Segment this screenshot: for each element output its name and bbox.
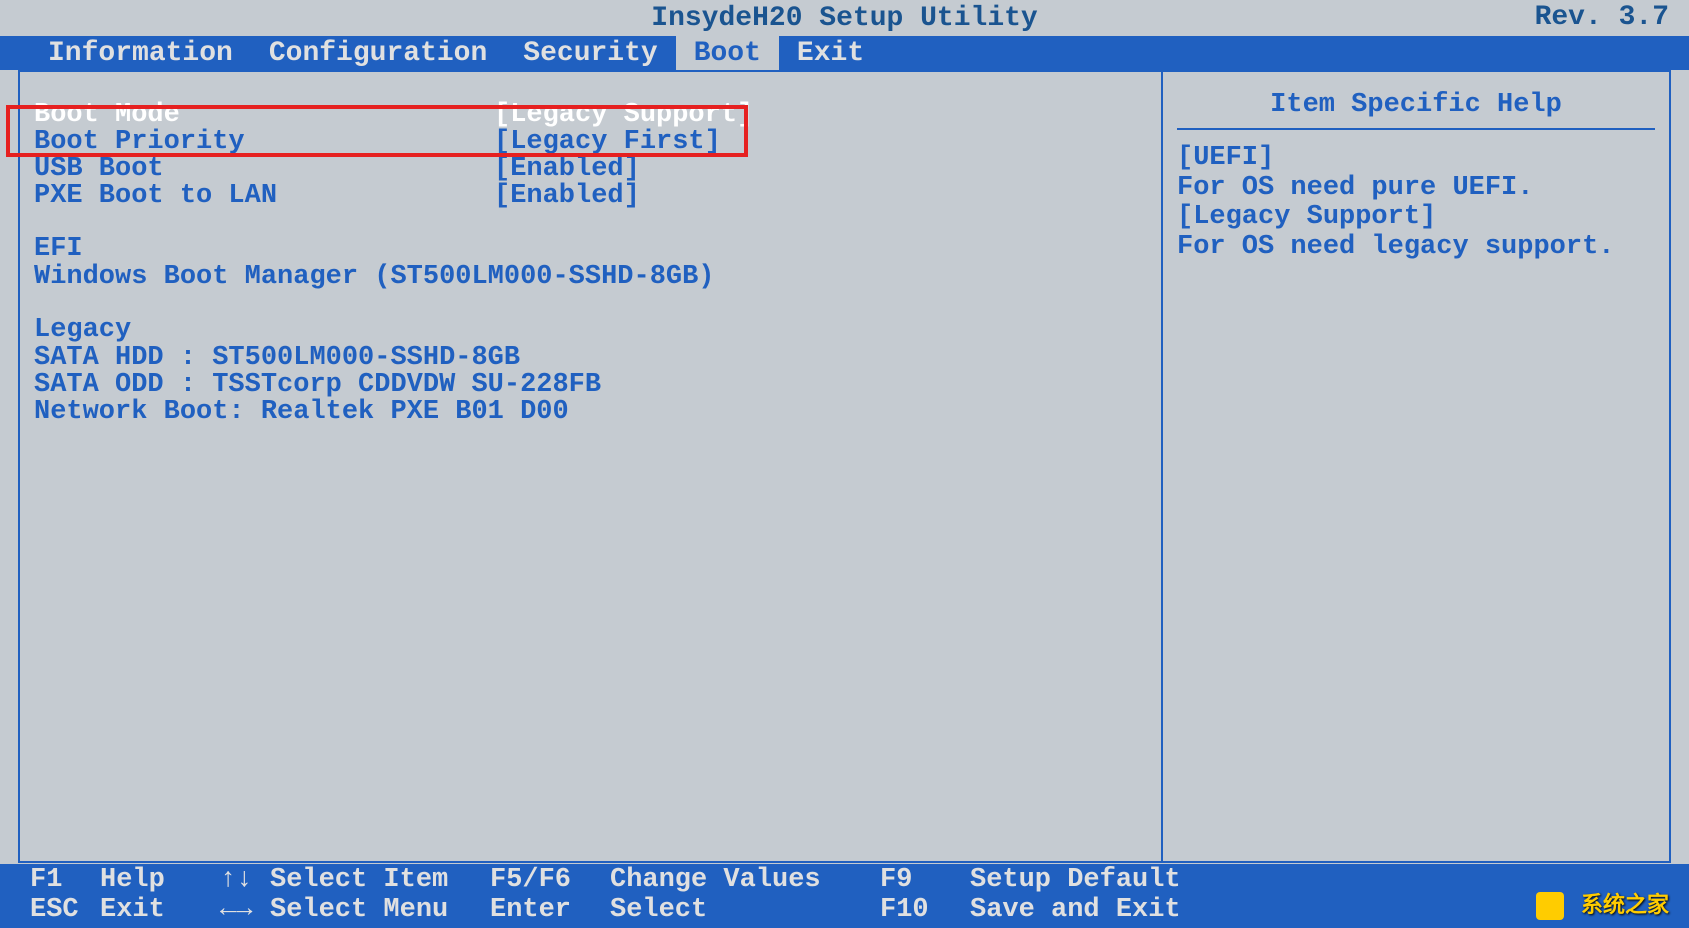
select-item-label: Select Item — [270, 866, 490, 896]
setting-value: [Enabled] — [494, 183, 1147, 210]
key-f1: F1 — [30, 866, 100, 896]
utility-title: InsydeH20 Setup Utility — [20, 3, 1669, 34]
setting-usb-boot[interactable]: USB Boot [Enabled] — [34, 156, 1147, 183]
legacy-section-header: Legacy — [34, 315, 1147, 345]
key-esc-desc: Exit — [100, 896, 220, 926]
save-exit-label: Save and Exit — [970, 896, 1181, 926]
revision-label: Rev. 3.7 — [1535, 2, 1669, 33]
setting-label: Boot Priority — [34, 129, 494, 156]
key-esc: ESC — [30, 896, 100, 926]
leftright-arrow-icon: ←→ — [220, 896, 270, 926]
updown-arrow-icon: ↑↓ — [220, 866, 270, 896]
help-line: [UEFI] — [1177, 144, 1655, 174]
help-line: For OS need legacy support. — [1177, 233, 1655, 263]
setting-value: [Legacy First] — [494, 129, 1147, 156]
key-enter: Enter — [490, 896, 610, 926]
key-f5f6: F5/F6 — [490, 866, 610, 896]
help-text: [UEFI] For OS need pure UEFI. [Legacy Su… — [1177, 144, 1655, 263]
legacy-network-boot[interactable]: Network Boot: Realtek PXE B01 D00 — [34, 399, 1147, 426]
watermark-icon — [1536, 892, 1564, 920]
header-bar: InsydeH20 Setup Utility Rev. 3.7 — [0, 0, 1689, 36]
setting-boot-priority[interactable]: Boot Priority [Legacy First] — [34, 129, 1147, 156]
help-panel: Item Specific Help [UEFI] For OS need pu… — [1163, 70, 1671, 863]
footer-row-1: F1 Help ↑↓ Select Item F5/F6 Change Valu… — [30, 866, 1659, 896]
setting-label: Boot Mode — [34, 102, 494, 129]
select-menu-label: Select Menu — [270, 896, 490, 926]
setting-label: USB Boot — [34, 156, 494, 183]
select-label: Select — [610, 896, 880, 926]
setting-value: [Enabled] — [494, 156, 1147, 183]
legacy-sata-odd[interactable]: SATA ODD : TSSTcorp CDDVDW SU-228FB — [34, 372, 1147, 399]
key-f1-desc: Help — [100, 866, 220, 896]
setting-label: PXE Boot to LAN — [34, 183, 494, 210]
efi-boot-item[interactable]: Windows Boot Manager (ST500LM000-SSHD-8G… — [34, 264, 1147, 291]
watermark-text: 系统之家 — [1581, 894, 1669, 919]
tab-boot[interactable]: Boot — [676, 36, 779, 71]
tab-exit[interactable]: Exit — [779, 36, 882, 71]
legacy-sata-hdd[interactable]: SATA HDD : ST500LM000-SSHD-8GB — [34, 345, 1147, 372]
setting-pxe-boot[interactable]: PXE Boot to LAN [Enabled] — [34, 183, 1147, 210]
setup-default-label: Setup Default — [970, 866, 1181, 896]
help-line: [Legacy Support] — [1177, 203, 1655, 233]
key-f10: F10 — [880, 896, 970, 926]
footer-bar: F1 Help ↑↓ Select Item F5/F6 Change Valu… — [0, 864, 1689, 928]
key-f9: F9 — [880, 866, 970, 896]
help-line: For OS need pure UEFI. — [1177, 174, 1655, 204]
setting-value: [Legacy Support] — [494, 102, 1147, 129]
efi-section-header: EFI — [34, 234, 1147, 264]
tab-information[interactable]: Information — [30, 36, 251, 71]
watermark: 系统之家 — [1536, 887, 1669, 920]
tab-configuration[interactable]: Configuration — [251, 36, 505, 71]
setting-boot-mode[interactable]: Boot Mode [Legacy Support] — [34, 102, 1147, 129]
help-panel-title: Item Specific Help — [1177, 82, 1655, 130]
footer-row-2: ESC Exit ←→ Select Menu Enter Select F10… — [30, 896, 1659, 926]
main-panel: Boot Mode [Legacy Support] Boot Priority… — [18, 70, 1163, 863]
tab-bar: Information Configuration Security Boot … — [0, 36, 1689, 70]
change-values-label: Change Values — [610, 866, 880, 896]
tab-security[interactable]: Security — [505, 36, 675, 71]
